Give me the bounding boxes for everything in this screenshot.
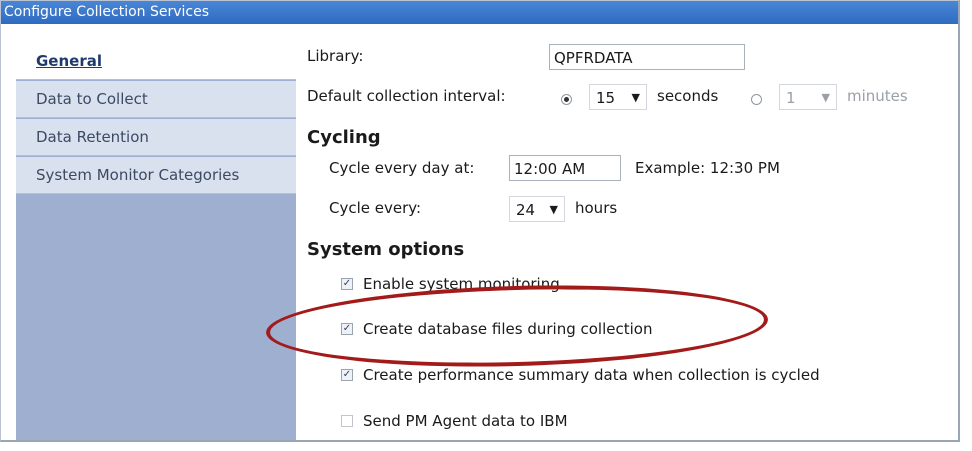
send-pm-agent-checkbox[interactable] (341, 415, 353, 427)
interval-minutes-radio[interactable] (751, 94, 762, 105)
hours-label: hours (575, 199, 618, 217)
sidebar-item-data-to-collect[interactable]: Data to Collect (16, 81, 296, 118)
library-label: Library: (307, 47, 364, 65)
system-options-heading: System options (307, 239, 465, 260)
cycle-time-input[interactable]: 12:00 AM (509, 155, 621, 181)
interval-minutes-select[interactable]: 1 ▼ (779, 84, 837, 110)
sidebar: General Data to Collect Data Retention S… (16, 43, 296, 440)
dialog-frame: Configure Collection Services General Da… (0, 0, 960, 442)
sidebar-item-general[interactable]: General (16, 43, 296, 80)
interval-label: Default collection interval: (307, 87, 506, 105)
cycle-hours-select[interactable]: 24 ▼ (509, 196, 565, 222)
sidebar-item-system-monitor-categories[interactable]: System Monitor Categories (16, 157, 296, 194)
sidebar-item-data-retention[interactable]: Data Retention (16, 119, 296, 156)
interval-minutes-value: 1 (786, 89, 796, 107)
chevron-down-icon: ▼ (821, 91, 830, 104)
interval-seconds-value: 15 (596, 89, 616, 107)
cycling-heading: Cycling (307, 127, 381, 148)
cycle-every-label: Cycle every: (329, 199, 422, 217)
minutes-label: minutes (847, 87, 908, 105)
create-summary-data-label: Create performance summary data when col… (363, 366, 820, 384)
create-summary-data-checkbox[interactable]: ✓ (341, 369, 353, 381)
general-panel: Library: QPFRDATA Default collection int… (307, 43, 958, 440)
chevron-down-icon: ▼ (549, 203, 558, 216)
chevron-down-icon: ▼ (631, 91, 640, 104)
interval-seconds-select[interactable]: 15 ▼ (589, 84, 647, 110)
cycle-day-label: Cycle every day at: (329, 159, 475, 177)
cycle-hours-value: 24 (516, 201, 536, 219)
send-pm-agent-label: Send PM Agent data to IBM (363, 412, 568, 430)
window-title: Configure Collection Services (1, 1, 958, 24)
example-text: Example: 12:30 PM (635, 159, 780, 177)
interval-seconds-radio[interactable] (561, 94, 572, 105)
library-input[interactable]: QPFRDATA (549, 44, 745, 70)
seconds-label: seconds (657, 87, 719, 105)
enable-monitoring-checkbox[interactable]: ✓ (341, 278, 353, 290)
